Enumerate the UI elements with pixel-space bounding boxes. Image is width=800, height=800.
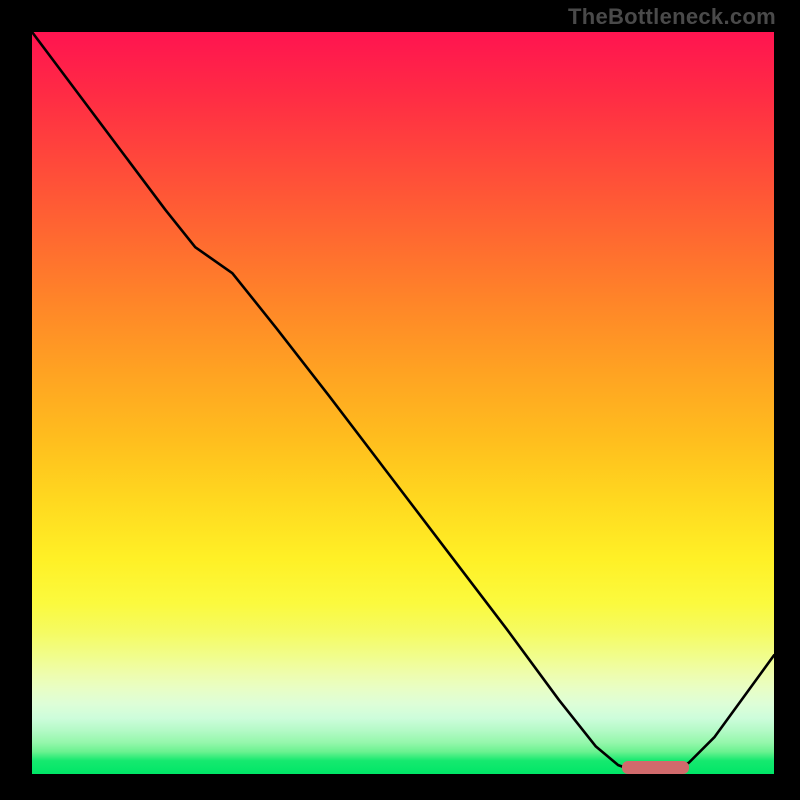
line-svg (32, 32, 774, 774)
plot-area (32, 32, 774, 774)
watermark-text: TheBottleneck.com (568, 4, 776, 30)
chart-container: TheBottleneck.com (0, 0, 800, 800)
curve-path (32, 32, 774, 772)
floor-bar (622, 761, 689, 774)
